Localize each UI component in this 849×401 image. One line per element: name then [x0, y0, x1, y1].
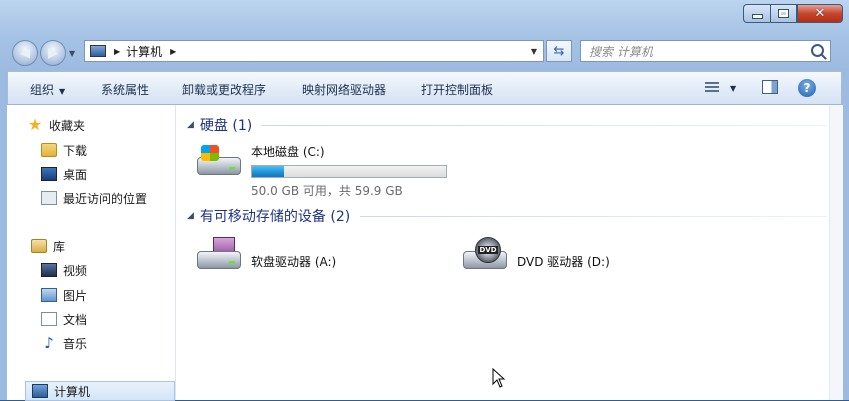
nav-music[interactable]: ♪ 音乐 — [41, 333, 171, 353]
address-dropdown-icon[interactable]: ▼ — [531, 47, 537, 56]
forward-button[interactable]: ▶ — [40, 40, 66, 66]
view-options-dropdown[interactable]: ▼ — [730, 84, 736, 93]
nav-recent-label: 最近访问的位置 — [63, 191, 148, 206]
computer-icon — [32, 384, 48, 398]
navigation-pane: ★ 收藏夹 下载 桌面 最近访问的位置 库 视频 图片 文档 ♪ 音乐 计算机 — [7, 105, 176, 401]
nav-computer[interactable]: 计算机 — [25, 381, 175, 401]
nav-music-label: 音乐 — [63, 336, 88, 351]
forward-icon: ▶ — [48, 45, 58, 61]
drive-c-usage-bar — [251, 165, 447, 178]
system-properties-button[interactable]: 系统属性 — [101, 81, 149, 98]
drive-d[interactable]: DVD DVD 驱动器 (D:) — [461, 237, 610, 273]
back-button[interactable]: ◀ — [12, 40, 38, 66]
drive-d-name: DVD 驱动器 (D:) — [517, 255, 610, 269]
dvd-drive-icon: DVD — [461, 237, 511, 273]
close-button[interactable]: ✕ — [797, 4, 843, 23]
chevron-down-icon: ▼ — [59, 87, 66, 96]
group-title: 硬盘 (1) — [199, 118, 253, 134]
refresh-button[interactable]: ⇆ — [546, 40, 572, 62]
breadcrumb-computer[interactable]: 计算机 — [126, 43, 162, 60]
caption-buttons: ✕ — [743, 4, 843, 23]
nav-downloads-label: 下载 — [63, 143, 88, 158]
maximize-icon — [778, 9, 789, 18]
minimize-button[interactable] — [743, 4, 770, 23]
map-network-drive-button[interactable]: 映射网络驱动器 — [302, 81, 386, 98]
recent-icon — [41, 191, 57, 205]
group-divider — [360, 215, 827, 217]
video-icon — [41, 263, 57, 277]
back-icon: ◀ — [20, 45, 30, 61]
nav-videos-label: 视频 — [63, 263, 88, 278]
collapse-arrow-icon: ◢ — [187, 120, 194, 130]
desktop-icon — [41, 167, 57, 181]
search-box[interactable] — [580, 40, 831, 62]
drive-c-free-space: 50.0 GB 可用，共 59.9 GB — [251, 184, 403, 198]
recent-pages-dropdown[interactable]: ▼ — [69, 49, 75, 58]
nav-pictures-label: 图片 — [63, 288, 88, 303]
address-bar[interactable]: ▶ 计算机 ▶ ▼ — [84, 40, 544, 62]
library-icon — [31, 239, 47, 253]
uninstall-program-button[interactable]: 卸载或更改程序 — [182, 81, 266, 98]
organize-label: 组织 — [30, 83, 55, 97]
content-area: ★ 收藏夹 下载 桌面 最近访问的位置 库 视频 图片 文档 ♪ 音乐 计算机 … — [7, 105, 843, 401]
nav-videos[interactable]: 视频 — [41, 260, 171, 280]
drive-c-name: 本地磁盘 (C:) — [251, 145, 325, 159]
floppy-drive-icon — [195, 237, 245, 273]
nav-documents[interactable]: 文档 — [41, 309, 171, 329]
nav-recent-places[interactable]: 最近访问的位置 — [41, 188, 171, 208]
open-control-panel-button[interactable]: 打开控制面板 — [421, 81, 493, 98]
breadcrumb-chevron-icon[interactable]: ▶ — [114, 47, 120, 56]
nav-desktop-label: 桌面 — [63, 167, 88, 182]
nav-downloads[interactable]: 下载 — [41, 140, 171, 160]
close-icon: ✕ — [814, 6, 826, 21]
music-icon: ♪ — [44, 334, 54, 352]
search-input[interactable] — [587, 42, 806, 62]
drive-a-name: 软盘驱动器 (A:) — [251, 255, 337, 269]
search-icon[interactable] — [811, 44, 824, 57]
nav-libraries-label: 库 — [53, 239, 66, 254]
group-header-removable[interactable]: ◢ 有可移动存储的设备 (2) — [187, 206, 827, 226]
view-options-icon[interactable] — [705, 82, 719, 94]
organize-button[interactable]: 组织 ▼ — [30, 81, 65, 98]
nav-pictures[interactable]: 图片 — [41, 285, 171, 305]
group-header-hard-disks[interactable]: ◢ 硬盘 (1) — [187, 115, 827, 135]
document-icon — [41, 312, 57, 326]
help-icon[interactable]: ? — [798, 79, 816, 97]
minimize-icon — [751, 14, 763, 19]
computer-icon — [90, 45, 106, 57]
hard-disk-icon — [195, 143, 245, 179]
group-title: 有可移动存储的设备 (2) — [199, 209, 351, 225]
drive-c-usage-fill — [252, 166, 284, 177]
navigation-row: ◀ ▶ ▼ ▶ 计算机 ▶ ▼ ⇆ — [0, 36, 849, 68]
command-bar: 组织 ▼ 系统属性 卸载或更改程序 映射网络驱动器 打开控制面板 ▼ ? — [7, 71, 842, 105]
nav-favorites-label: 收藏夹 — [49, 118, 86, 133]
maximize-button[interactable] — [770, 4, 797, 23]
vertical-scrollbar[interactable] — [829, 105, 843, 400]
nav-favorites[interactable]: ★ 收藏夹 — [27, 115, 167, 135]
explorer-window: ✕ ◀ ▶ ▼ ▶ 计算机 ▶ ▼ ⇆ 组织 ▼ 系统属性 卸载或更改程序 映射网… — [0, 0, 849, 401]
refresh-icon: ⇆ — [553, 43, 565, 59]
group-divider — [262, 124, 827, 126]
nav-computer-label: 计算机 — [54, 384, 91, 399]
nav-libraries[interactable]: 库 — [31, 236, 171, 256]
nav-desktop[interactable]: 桌面 — [41, 164, 171, 184]
drive-c[interactable]: 本地磁盘 (C:) 50.0 GB 可用，共 59.9 GB — [195, 143, 447, 199]
breadcrumb-chevron-icon[interactable]: ▶ — [170, 47, 176, 56]
drive-a[interactable]: 软盘驱动器 (A:) — [195, 237, 336, 273]
preview-pane-icon[interactable] — [762, 80, 778, 94]
folder-icon — [41, 143, 57, 157]
picture-icon — [41, 288, 57, 302]
nav-documents-label: 文档 — [63, 312, 88, 327]
star-icon: ★ — [27, 115, 43, 134]
collapse-arrow-icon: ◢ — [187, 211, 194, 221]
